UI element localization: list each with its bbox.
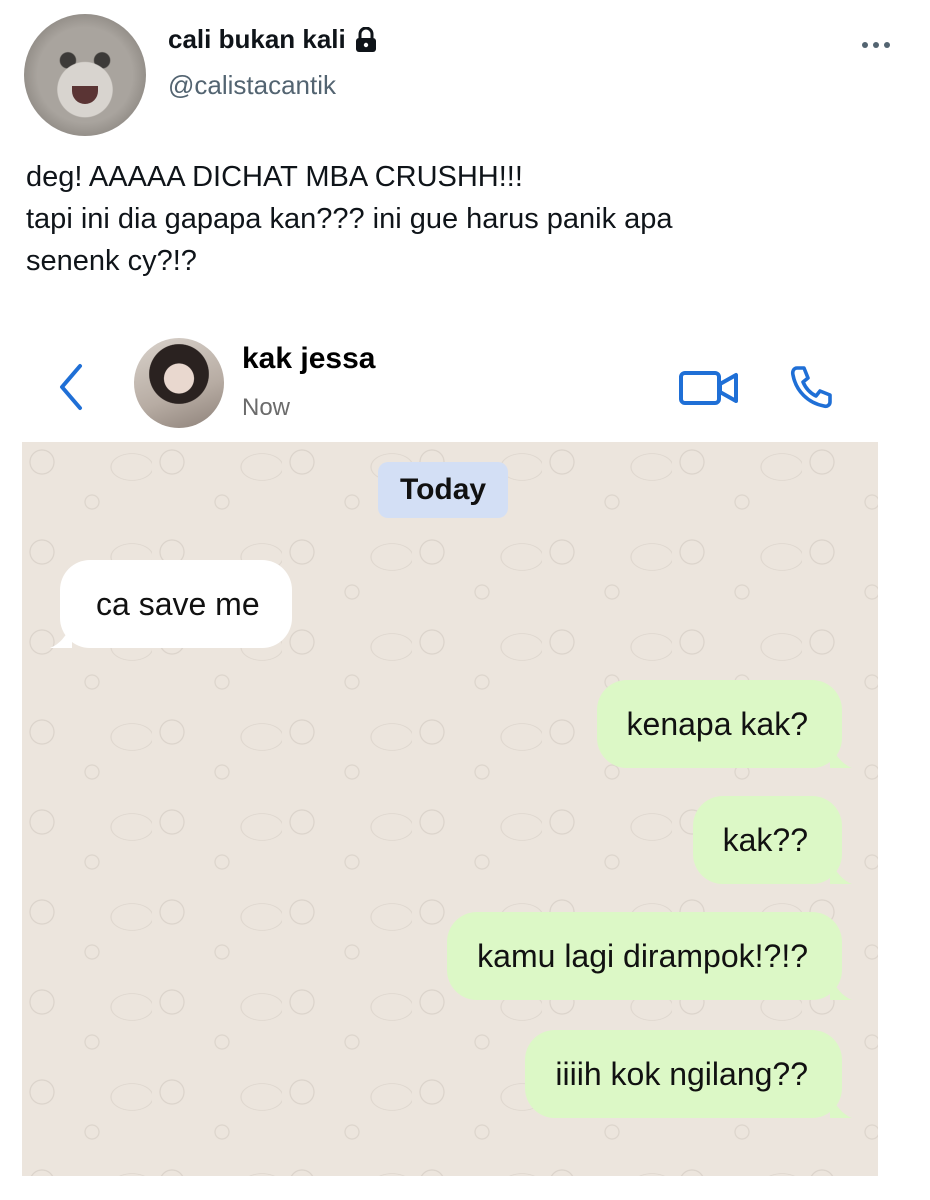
avatar-cat-mouth	[72, 86, 98, 104]
message-text: kak??	[722, 822, 808, 858]
bubble-tail	[830, 1094, 852, 1118]
message-bubble-outgoing[interactable]: iiiih kok ngilang??	[525, 1030, 852, 1118]
display-name[interactable]: cali bukan kali	[168, 24, 346, 55]
back-chevron-icon[interactable]	[56, 362, 86, 412]
phone-call-icon[interactable]	[788, 364, 834, 410]
bubble-tail	[50, 624, 72, 648]
user-handle[interactable]: @calistacantik	[168, 70, 336, 101]
contact-status: Now	[242, 394, 291, 421]
contact-name[interactable]: kak jessa	[242, 342, 375, 376]
more-options-icon[interactable]	[862, 42, 890, 48]
tweet-line: tapi ini dia gapapa kan??? ini gue harus…	[26, 203, 673, 235]
message-text: ca save me	[96, 586, 260, 622]
chat-header: kak jessa Now	[22, 326, 878, 442]
message-bubble-incoming[interactable]: ca save me	[50, 560, 292, 648]
message-text: iiiih kok ngilang??	[555, 1056, 808, 1092]
tweet-line: senenk cy?!?	[26, 245, 197, 277]
date-separator: Today	[378, 462, 509, 518]
bubble-tail	[830, 976, 852, 1000]
lock-icon	[355, 26, 376, 52]
bubble-tail	[830, 744, 852, 768]
video-call-icon[interactable]	[678, 370, 740, 406]
profile-avatar[interactable]	[24, 14, 146, 136]
display-name-row[interactable]: cali bukan kali	[168, 24, 378, 55]
message-bubble-outgoing[interactable]: kenapa kak?	[596, 680, 852, 768]
message-bubble-outgoing[interactable]: kamu lagi dirampok!?!?	[447, 912, 852, 1000]
chat-body: Today ca save me kenapa kak? kak?? kamu …	[22, 442, 878, 1176]
message-bubble-outgoing[interactable]: kak??	[692, 796, 852, 884]
message-text: kamu lagi dirampok!?!?	[477, 938, 808, 974]
message-text: kenapa kak?	[626, 706, 808, 742]
tweet-text: deg! AAAAA DICHAT MBA CRUSHH!!! tapi ini…	[26, 156, 886, 282]
contact-avatar[interactable]	[134, 338, 224, 428]
tweet-line: deg! AAAAA DICHAT MBA CRUSHH!!!	[26, 161, 523, 193]
bubble-tail	[830, 860, 852, 884]
